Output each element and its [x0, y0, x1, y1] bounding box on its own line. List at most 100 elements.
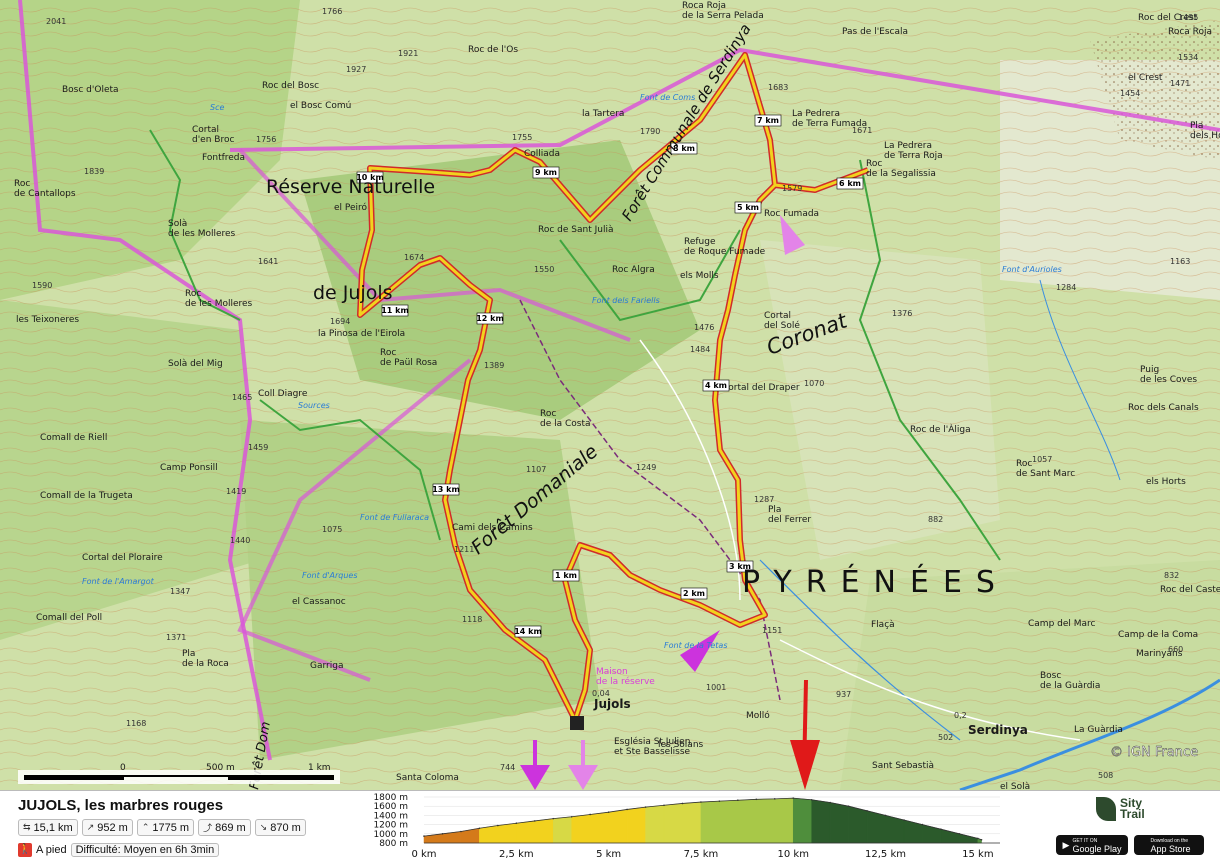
topographic-map[interactable]: Bosc d'Oleta Roc del Bosc el Bosc Comú Roc …	[0, 0, 1220, 790]
reserve-label: Réserve Naturelle	[266, 176, 435, 198]
profile-segment	[626, 806, 646, 844]
profile-segment	[516, 820, 536, 844]
x-tick-label: 12,5 km	[865, 849, 906, 860]
x-tick-label: 5 km	[596, 849, 621, 860]
spot-elevation: 1347	[170, 587, 190, 596]
place-label: la Pinosa de l'Eirola	[318, 329, 405, 339]
stat-ascent: ↗ 952 m	[81, 819, 133, 836]
profile-point	[958, 833, 961, 835]
place-label: Roc Fumada	[764, 209, 819, 219]
place-label: Roc dels Canals	[1128, 403, 1199, 413]
track-summary-footer: JUJOLS, les marbres rouges ⇆ 15,1 km ↗ 952…	[0, 790, 1220, 861]
x-tick-label: 2,5 km	[499, 849, 534, 860]
spot-elevation: 1440	[230, 536, 250, 545]
place-label: Roca Roja	[1168, 27, 1212, 37]
profile-point	[792, 797, 795, 799]
profile-segment	[811, 799, 831, 844]
distance-icon: ⇆	[23, 822, 31, 832]
spot-elevation: 1389	[484, 361, 504, 370]
app-store-badge[interactable]: Download on the App Store	[1134, 835, 1204, 855]
activity-label: A pied	[36, 844, 67, 856]
place-label: les Teixoneres	[16, 315, 79, 325]
start-finish-flag[interactable]	[570, 716, 584, 730]
google-play-label: GET IT ON Google Play	[1072, 837, 1122, 854]
km-marker: 4 km	[705, 381, 727, 390]
water-label: Font de Fullaraca	[360, 513, 429, 522]
map-canvas[interactable]: Bosc d'Oleta Roc del Bosc el Bosc Comú Roc …	[0, 0, 1220, 790]
km-marker: 1 km	[555, 571, 577, 580]
place-label: Camp Ponsill	[160, 463, 218, 473]
spot-elevation: 1534	[1178, 53, 1198, 62]
logo-text-line: Trail	[1120, 807, 1145, 821]
spot-elevation: 1674	[404, 253, 424, 262]
place-label: La Guàrdia	[1074, 725, 1123, 735]
stat-elevation-gain: ⤴ 869 m	[198, 819, 251, 836]
spot-elevation: 1641	[258, 257, 278, 266]
water-label: Sce	[210, 103, 224, 112]
profile-point	[552, 817, 555, 820]
spot-elevation: 502	[938, 733, 953, 742]
spot-elevation: 1107	[526, 465, 546, 474]
spot-elevation: 1163	[1170, 257, 1190, 266]
profile-segment	[922, 824, 942, 844]
elevation-gain-icon: ⤴	[203, 823, 213, 833]
place-label: Roc de Sant Julià	[538, 225, 613, 235]
km-marker: 13 km	[432, 485, 460, 494]
spot-elevation: 508	[1098, 771, 1113, 780]
scale-bar-segment	[228, 776, 334, 780]
range-label: PYRÉNÉES	[742, 564, 1009, 600]
profile-segment	[552, 816, 572, 844]
spot-elevation: 1484	[690, 345, 710, 354]
spot-elevation: 1579	[782, 184, 802, 193]
place-label: les Solans	[658, 740, 704, 750]
profile-segment	[497, 822, 517, 844]
profile-segment	[700, 800, 720, 844]
profile-point	[847, 805, 850, 807]
profile-segment	[682, 801, 702, 844]
logo-text: Sity Trail	[1120, 797, 1145, 821]
spot-elevation: 1495	[1178, 13, 1198, 22]
water-label: Font dels Fariells	[592, 296, 660, 305]
place-label: el Bosc Comú	[290, 101, 351, 111]
elevation-profile-chart[interactable]: 800 m1000 m1200 m1400 m1600 m1800 m 0 km 2…	[340, 791, 1040, 861]
profile-point	[903, 819, 905, 821]
water-label: Font d'Aurioles	[1002, 265, 1062, 274]
profile-point	[810, 798, 813, 801]
stat-value: 15,1 km	[33, 821, 73, 834]
profile-point	[644, 806, 647, 808]
place-label: Cortal del Draper	[722, 383, 800, 393]
place-label: Camp de la Coma	[1118, 630, 1198, 640]
badge-text: Google Play	[1072, 844, 1122, 854]
x-tick-label: 7,5 km	[684, 849, 719, 860]
spot-elevation: 1927	[346, 65, 366, 74]
y-tick-label: 800 m	[379, 839, 408, 849]
spot-elevation: 1471	[1170, 79, 1190, 88]
stat-value: 952 m	[97, 821, 128, 834]
place-label: els Molls	[680, 271, 719, 281]
spot-elevation: 1001	[706, 683, 726, 692]
track-title: JUJOLS, les marbres rouges	[18, 797, 224, 814]
profile-point	[626, 808, 628, 811]
km-marker: 11 km	[381, 306, 409, 315]
elevation-profile[interactable]: 800 m 1000 m 1200 m 1400 m 1600 m 1800 m 0 km 2…	[340, 791, 1040, 861]
scale-tick: 0	[120, 763, 126, 773]
profile-point	[663, 804, 665, 807]
google-play-badge[interactable]: ▶ GET IT ON Google Play	[1056, 835, 1128, 855]
scale-tick: 500 m	[206, 763, 235, 773]
profile-segment	[645, 805, 665, 844]
y-tick-label: 1600 m	[373, 802, 408, 812]
spot-elevation: 1070	[804, 379, 824, 388]
y-tick-label: 1400 m	[373, 811, 408, 821]
badge-text: App Store	[1150, 844, 1191, 854]
place-label: Solà del Mig	[168, 359, 223, 369]
place-label: Santa Coloma	[396, 773, 459, 783]
km-marker: 9 km	[535, 168, 557, 177]
profile-point	[478, 827, 481, 830]
copyright-label: © IGN France	[1110, 745, 1198, 760]
scale-tick: 1 km	[308, 763, 331, 773]
profile-point	[921, 823, 924, 826]
difficulty-label: Difficulté: Moyen en 6h 3min	[70, 843, 220, 857]
place-label: Comall de Riell	[40, 433, 107, 443]
place-label: Jujols	[593, 697, 631, 711]
profile-segment	[866, 810, 886, 844]
